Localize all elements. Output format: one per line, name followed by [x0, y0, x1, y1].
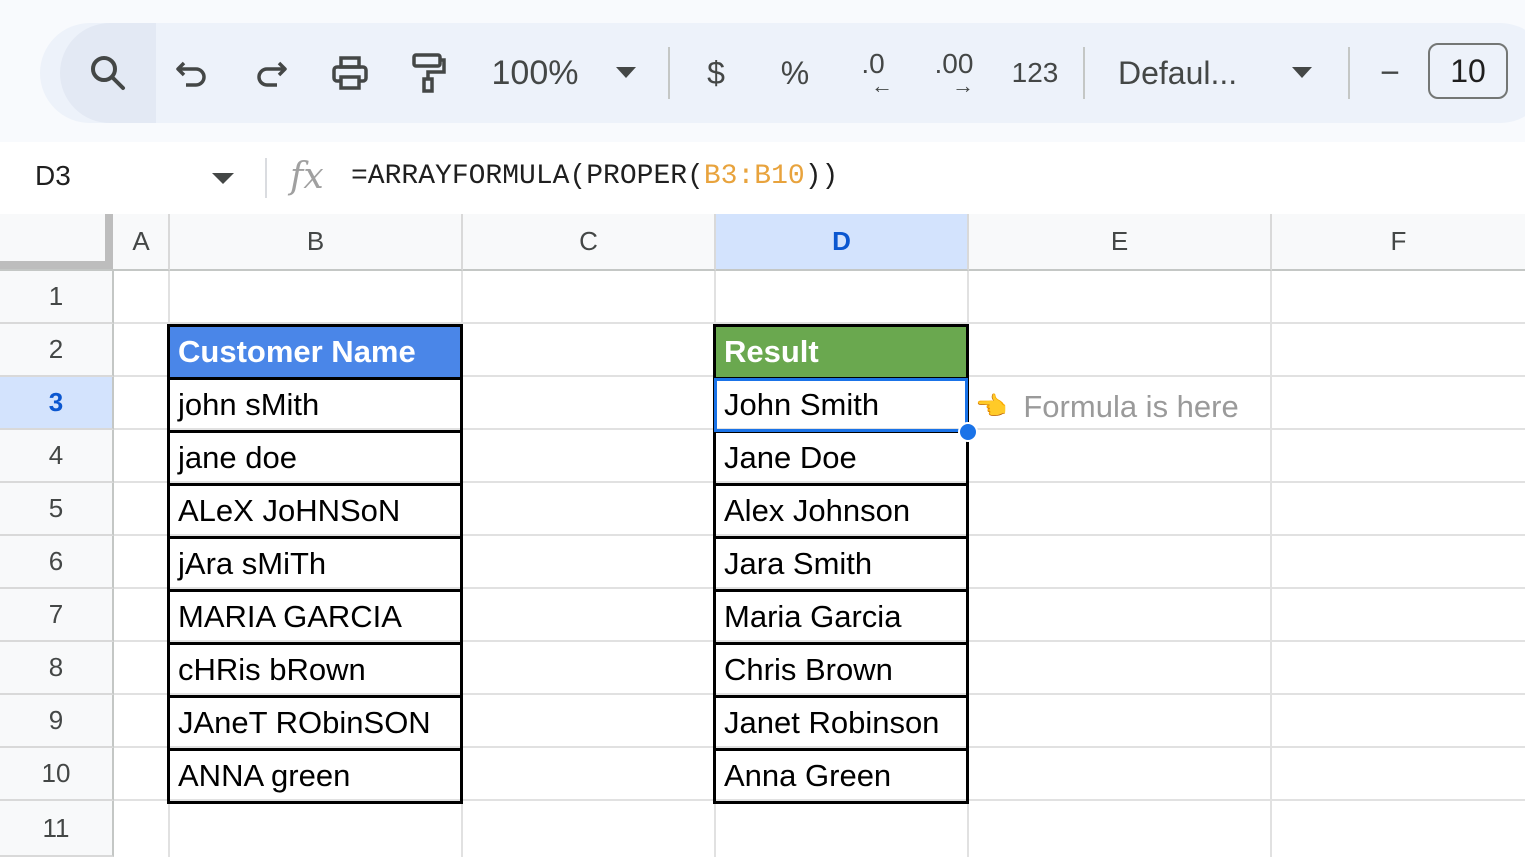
- zoom-value: 100%: [491, 53, 579, 92]
- formula-prefix: =ARRAYFORMULA(PROPER(: [351, 161, 704, 192]
- font-dropdown[interactable]: [1286, 23, 1318, 123]
- number-format-label: 123: [1011, 57, 1059, 88]
- cell-d7[interactable]: Maria Garcia: [713, 589, 969, 645]
- row-header-7[interactable]: 7: [0, 589, 114, 642]
- redo-icon: [253, 55, 289, 91]
- formula-suffix: )): [804, 161, 839, 192]
- column-header-d[interactable]: D: [716, 214, 969, 271]
- row-header-5[interactable]: 5: [0, 483, 114, 536]
- column-header-a[interactable]: A: [114, 214, 170, 271]
- column-header-c[interactable]: C: [463, 214, 716, 271]
- row-header-3[interactable]: 3: [0, 377, 114, 430]
- search-icon: [88, 53, 128, 93]
- cell-d10[interactable]: Anna Green: [713, 748, 969, 804]
- increase-decimal-button[interactable]: .00 →: [926, 23, 982, 123]
- toolbar-area: 100% $ % .0 ← .00 → 123 Defaul... − 10: [0, 0, 1525, 142]
- cell-b2[interactable]: Customer Name: [167, 324, 463, 380]
- cell-b4[interactable]: jane doe: [167, 430, 463, 486]
- formula-bar: D3 fx =ARRAYFORMULA(PROPER(B3:B10)): [0, 142, 1525, 214]
- column-header-b[interactable]: B: [170, 214, 463, 271]
- row-header-4[interactable]: 4: [0, 430, 114, 483]
- cell-b6[interactable]: jAra sMiTh: [167, 536, 463, 592]
- row-header-2[interactable]: 2: [0, 324, 114, 377]
- formula-note: 👈 Formula is here: [975, 380, 1239, 433]
- cell-b5[interactable]: ALeX JoHNSoN: [167, 483, 463, 539]
- row-header-6[interactable]: 6: [0, 536, 114, 589]
- zoom-dropdown[interactable]: [610, 23, 642, 123]
- gridline: [1270, 271, 1272, 857]
- select-all-corner[interactable]: [0, 214, 114, 271]
- search-button[interactable]: [60, 23, 156, 123]
- cell-b3[interactable]: john sMith: [167, 377, 463, 433]
- currency-button[interactable]: $: [696, 23, 736, 123]
- currency-label: $: [707, 54, 725, 91]
- toolbar-separator: [1083, 47, 1085, 99]
- chevron-down-icon[interactable]: [212, 172, 234, 190]
- undo-button[interactable]: [168, 23, 216, 123]
- decrease-decimal-button[interactable]: .0 ←: [848, 23, 898, 123]
- paint-format-icon: [408, 51, 448, 95]
- name-box[interactable]: D3: [35, 160, 71, 192]
- row-header-8[interactable]: 8: [0, 642, 114, 695]
- cell-d8[interactable]: Chris Brown: [713, 642, 969, 698]
- toolbar-separator: [1348, 47, 1350, 99]
- print-button[interactable]: [326, 23, 374, 123]
- percent-button[interactable]: %: [775, 23, 815, 123]
- font-size-value: 10: [1450, 52, 1486, 89]
- cell-b8[interactable]: cHRis bRown: [167, 642, 463, 698]
- cell-d4[interactable]: Jane Doe: [713, 430, 969, 486]
- formula-bar-separator: [265, 158, 267, 198]
- zoom-select[interactable]: 100%: [480, 23, 590, 123]
- row-header-9[interactable]: 9: [0, 695, 114, 748]
- arrow-right-icon: →: [952, 73, 974, 98]
- toolbar: 100% $ % .0 ← .00 → 123 Defaul... − 10: [40, 23, 1525, 123]
- font-label: Defaul...: [1118, 54, 1238, 91]
- fx-icon: fx: [290, 156, 324, 197]
- paint-format-button[interactable]: [404, 23, 452, 123]
- arrow-left-icon: ←: [871, 73, 893, 98]
- pointing-hand-icon: 👈: [975, 391, 1008, 421]
- cell-d2[interactable]: Result: [713, 324, 969, 380]
- decrease-font-size-button[interactable]: −: [1370, 23, 1410, 123]
- cell-b10[interactable]: ANNA green: [167, 748, 463, 804]
- cell-b7[interactable]: MARIA GARCIA: [167, 589, 463, 645]
- font-select[interactable]: Defaul...: [1118, 23, 1258, 123]
- column-header-e[interactable]: E: [969, 214, 1272, 271]
- cell-d5[interactable]: Alex Johnson: [713, 483, 969, 539]
- print-icon: [330, 53, 370, 93]
- note-text: Formula is here: [1023, 388, 1239, 424]
- cell-d9[interactable]: Janet Robinson: [713, 695, 969, 751]
- column-header-f[interactable]: F: [1272, 214, 1525, 271]
- spreadsheet-grid: A B C D E F 1 2 3 4 5 6 7 8 9 10 11 Cust…: [0, 214, 1525, 857]
- number-format-button[interactable]: 123: [1008, 23, 1062, 123]
- cell-d6[interactable]: Jara Smith: [713, 536, 969, 592]
- cell-b9[interactable]: JAneT RObinSON: [167, 695, 463, 751]
- toolbar-separator: [668, 47, 670, 99]
- percent-label: %: [780, 54, 810, 91]
- undo-icon: [174, 55, 210, 91]
- row-header-11[interactable]: 11: [0, 801, 114, 857]
- cell-d3[interactable]: John Smith: [713, 377, 969, 433]
- formula-input[interactable]: =ARRAYFORMULA(PROPER(B3:B10)): [351, 161, 838, 192]
- redo-button[interactable]: [247, 23, 295, 123]
- chevron-down-icon: [616, 67, 636, 79]
- chevron-down-icon: [1292, 67, 1312, 79]
- row-header-10[interactable]: 10: [0, 748, 114, 801]
- minus-icon: −: [1380, 53, 1400, 92]
- row-header-1[interactable]: 1: [0, 271, 114, 324]
- font-size-input[interactable]: 10: [1428, 43, 1508, 99]
- formula-range-ref: B3:B10: [703, 161, 805, 192]
